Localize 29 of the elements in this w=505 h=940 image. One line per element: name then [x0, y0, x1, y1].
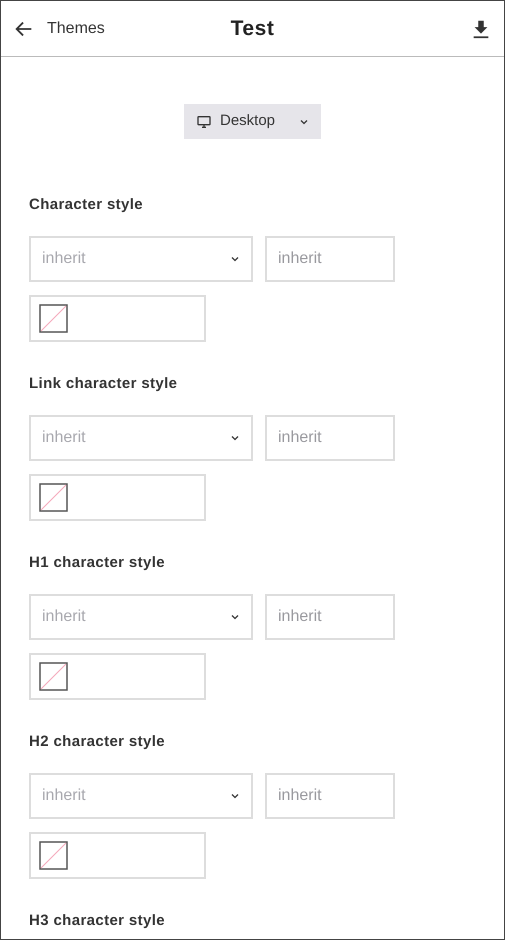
size-field[interactable]: inherit — [265, 415, 395, 461]
back-button[interactable]: Themes — [13, 16, 105, 40]
empty-color-swatch[interactable] — [39, 662, 68, 691]
chevron-down-icon — [230, 433, 240, 443]
size-field[interactable]: inherit — [265, 773, 395, 819]
size-field[interactable]: inherit — [265, 594, 395, 640]
font-select[interactable]: inherit — [29, 594, 253, 640]
font-select[interactable]: inherit — [29, 236, 253, 282]
monitor-icon — [196, 114, 212, 130]
section-heading: Character style — [29, 195, 144, 215]
chevron-down-icon — [230, 791, 240, 801]
section-heading: H2 character style — [29, 732, 166, 752]
color-field[interactable] — [29, 474, 206, 521]
page-title: Test — [230, 16, 274, 42]
empty-color-swatch[interactable] — [39, 841, 68, 870]
chevron-down-icon — [230, 254, 240, 264]
font-select[interactable]: inherit — [29, 773, 253, 819]
section-heading: Link character style — [29, 374, 178, 394]
empty-color-swatch[interactable] — [39, 304, 68, 333]
device-select[interactable]: Desktop — [184, 104, 321, 139]
section-heading: H3 character style — [29, 911, 166, 931]
color-field[interactable] — [29, 653, 206, 700]
color-field[interactable] — [29, 832, 206, 879]
chevron-down-icon — [230, 612, 240, 622]
empty-color-swatch[interactable] — [39, 483, 68, 512]
section-heading: H1 character style — [29, 553, 166, 573]
size-field[interactable]: inherit — [265, 236, 395, 282]
color-field[interactable] — [29, 295, 206, 342]
font-select[interactable]: inherit — [29, 415, 253, 461]
